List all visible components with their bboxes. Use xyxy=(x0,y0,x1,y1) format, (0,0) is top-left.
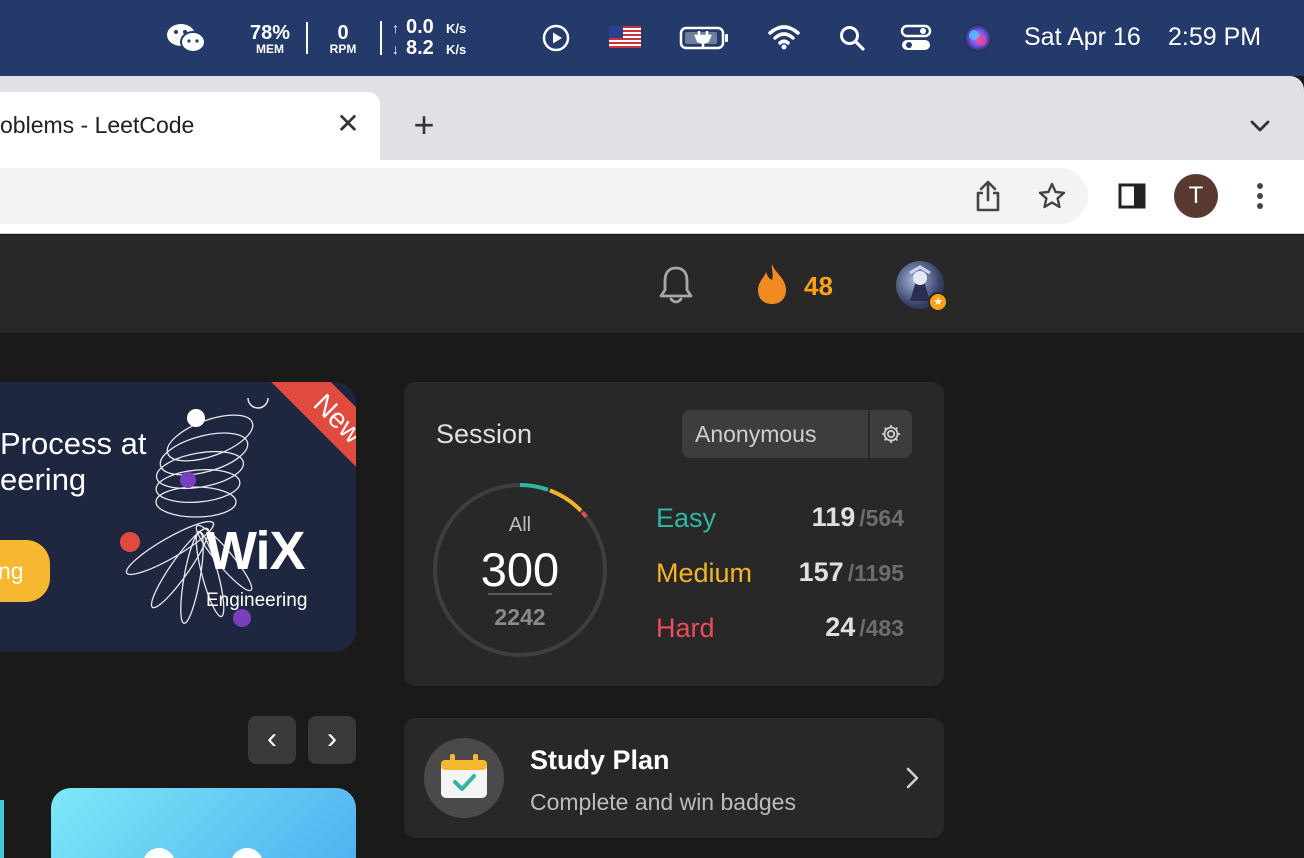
difficulty-label-medium: Medium xyxy=(656,558,753,588)
wechat-icon[interactable] xyxy=(164,20,208,56)
upload-unit: K/s xyxy=(446,21,467,36)
memory-stat[interactable]: 78% MEM xyxy=(240,20,300,58)
session-title: Session xyxy=(436,419,533,449)
session-selector[interactable]: Anonymous xyxy=(682,410,868,458)
progress-arc-easy xyxy=(519,483,549,492)
browser-toolbar: T xyxy=(0,160,1304,234)
banner-headline-line1: Process at xyxy=(0,426,147,461)
easy-total: /564 xyxy=(859,505,904,531)
fan-rpm-stat[interactable]: 0 RPM xyxy=(320,20,366,58)
browser-profile-avatar[interactable]: T xyxy=(1174,174,1218,218)
card-illustration-dot xyxy=(143,848,175,858)
progress-arc-medium xyxy=(549,488,583,513)
more-menu-icon[interactable] xyxy=(1244,178,1276,214)
gear-icon xyxy=(882,425,900,443)
avatar-star-badge-icon: ★ xyxy=(928,292,948,312)
control-center-icon[interactable] xyxy=(898,22,934,54)
download-arrow-icon: ↓ xyxy=(392,41,399,57)
banner-cta-button[interactable]: ng xyxy=(0,540,50,602)
leetcode-navbar: 48 ★ xyxy=(0,235,1304,333)
easy-solved: 119 xyxy=(811,502,856,532)
carousel-card-edge[interactable] xyxy=(0,800,4,858)
ring-label: All xyxy=(508,514,532,536)
study-plan-card[interactable]: Study Plan Complete and win badges xyxy=(404,718,944,838)
session-settings-button[interactable] xyxy=(870,410,912,458)
rpm-value: 0 xyxy=(337,22,349,44)
search-icon[interactable] xyxy=(836,22,868,54)
browser-tab-strip: oblems - LeetCode ✕ + xyxy=(0,76,1304,160)
browser-tab-active[interactable]: oblems - LeetCode ✕ xyxy=(0,92,380,160)
memory-label: MEM xyxy=(256,42,284,56)
total-count: 2242 xyxy=(494,604,546,630)
download-unit: K/s xyxy=(446,42,467,57)
study-plan-title: Study Plan xyxy=(530,745,670,775)
battery-charging-icon[interactable] xyxy=(678,24,732,52)
difficulty-stat-easy: 119/564 xyxy=(812,502,904,533)
menubar-divider xyxy=(306,22,308,54)
memory-value: 78% xyxy=(249,22,291,44)
hard-total: /483 xyxy=(859,615,904,641)
upload-speed: 0.0 xyxy=(406,16,434,38)
medium-solved: 157 xyxy=(798,557,844,587)
ring-divider xyxy=(488,593,552,595)
chevron-right-icon xyxy=(900,766,924,790)
difficulty-label-hard: Hard xyxy=(656,613,715,643)
star-icon[interactable] xyxy=(1034,178,1070,214)
network-speed-stat[interactable]: ↑ 0.0 K/s ↓ 8.2 K/s xyxy=(380,17,466,59)
menubar-date[interactable]: Sat Apr 16 xyxy=(1024,22,1141,52)
session-progress-card: Session Anonymous All 300 2242 Easy 119/… xyxy=(404,382,944,686)
study-plan-subtitle: Complete and win badges xyxy=(530,789,796,815)
side-panel-icon[interactable] xyxy=(1114,178,1150,214)
banner-headline-line2: eering xyxy=(0,462,87,497)
wix-logo-subtitle: Engineering xyxy=(206,590,308,611)
streak-count[interactable]: 48 xyxy=(804,271,833,302)
carousel-next-button[interactable]: › xyxy=(308,716,356,764)
fire-icon[interactable] xyxy=(752,261,792,307)
difficulty-label-easy: Easy xyxy=(656,503,717,533)
download-speed: 8.2 xyxy=(406,37,434,59)
medium-total: /1195 xyxy=(847,560,904,586)
menubar-divider xyxy=(380,21,382,55)
calendar-check-icon xyxy=(424,738,504,818)
carousel-card[interactable] xyxy=(51,788,356,858)
new-tab-button[interactable]: + xyxy=(406,107,442,144)
bell-icon[interactable] xyxy=(656,263,696,307)
address-bar[interactable] xyxy=(0,168,1088,224)
wifi-icon[interactable] xyxy=(766,22,802,52)
tab-close-button[interactable]: ✕ xyxy=(334,110,362,138)
difficulty-stat-hard: 24/483 xyxy=(825,612,904,643)
solved-count: 300 xyxy=(480,543,560,596)
macos-menubar: 78% MEM 0 RPM ↑ 0.0 K/s ↓ 8.2 K/s Sat Apr 16… xyxy=(0,0,1304,76)
hard-solved: 24 xyxy=(825,612,856,642)
upload-arrow-icon: ↑ xyxy=(392,20,399,36)
us-flag-icon[interactable] xyxy=(608,24,642,50)
difficulty-stat-medium: 157/1195 xyxy=(799,557,904,588)
rpm-label: RPM xyxy=(329,42,357,56)
siri-icon[interactable] xyxy=(960,20,996,56)
tab-list-chevron-icon[interactable] xyxy=(1244,112,1276,140)
play-icon[interactable] xyxy=(540,22,572,54)
wix-logo-text: WiX xyxy=(206,521,306,581)
carousel-prev-button[interactable]: ‹ xyxy=(248,716,296,764)
card-illustration-dot xyxy=(231,848,263,858)
share-icon[interactable] xyxy=(970,178,1006,214)
menubar-time[interactable]: 2:59 PM xyxy=(1168,22,1261,52)
tab-title: oblems - LeetCode xyxy=(0,112,195,138)
